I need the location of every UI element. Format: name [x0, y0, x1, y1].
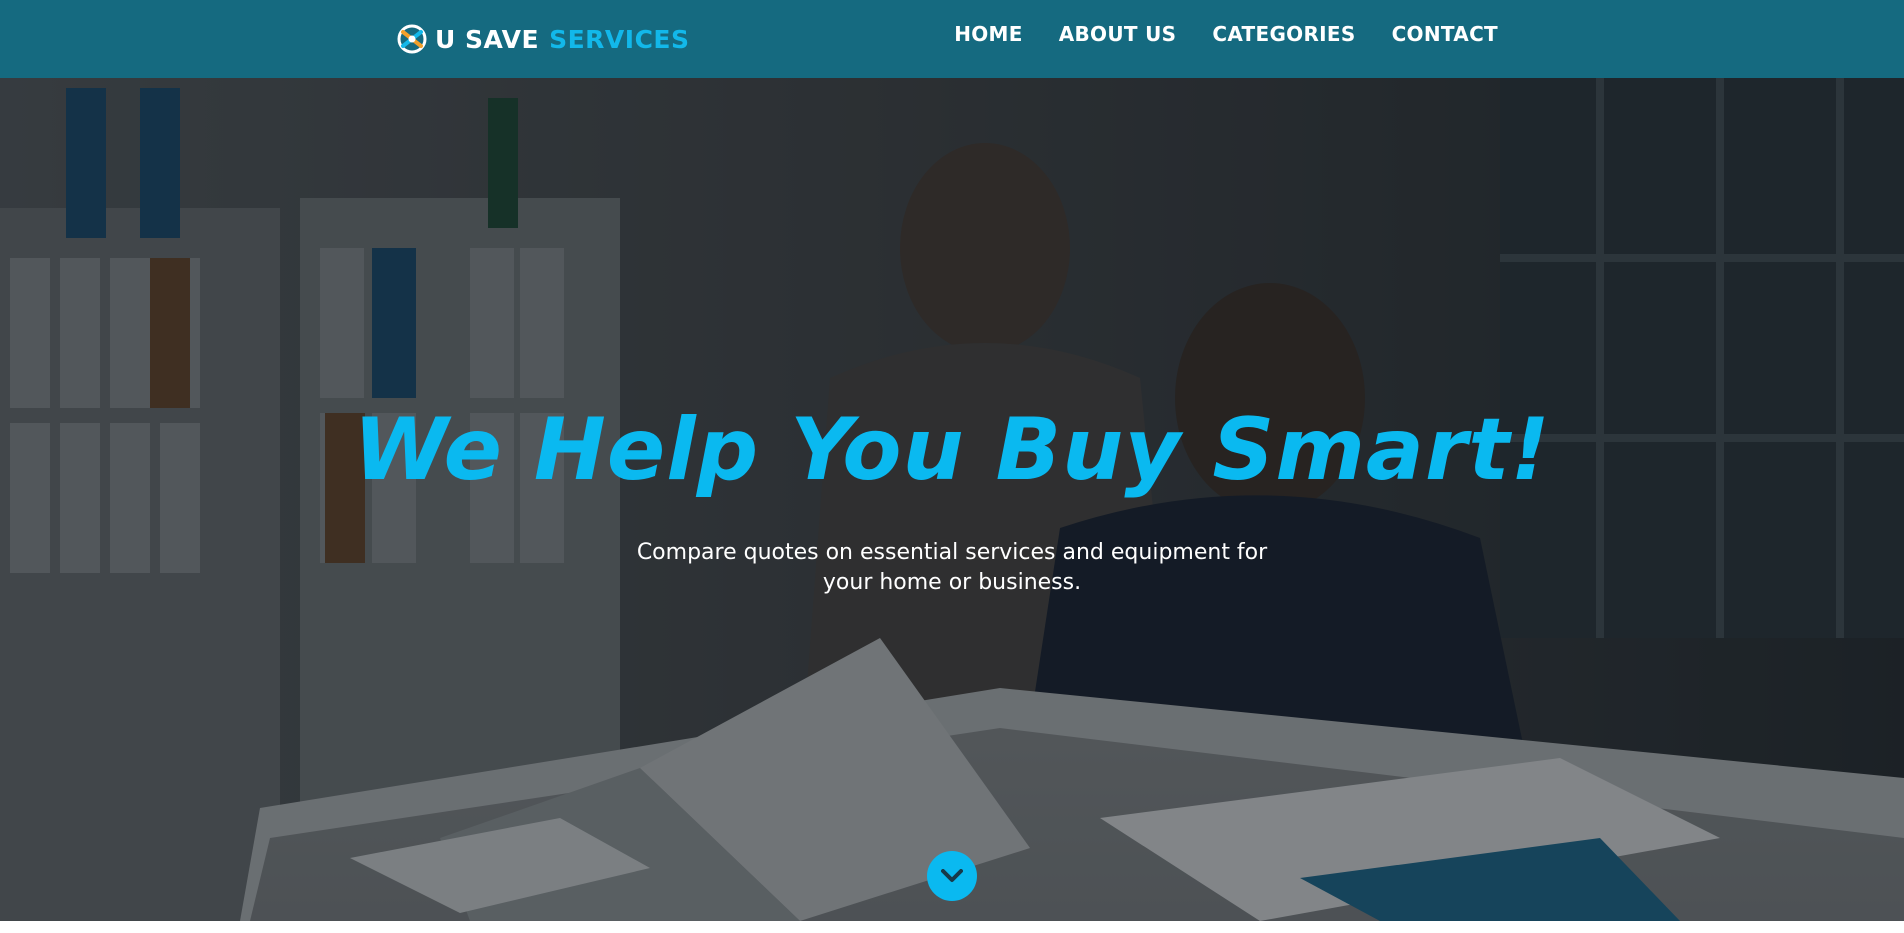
brand-word-secondary: SERVICES — [549, 24, 690, 54]
nav-contact-link[interactable]: CONTACT — [1392, 22, 1498, 46]
nav-home-link[interactable]: HOME — [954, 22, 1023, 46]
brand-word-primary: U SAVE — [435, 24, 540, 54]
main-nav: HOME ABOUT US CATEGORIES CONTACT — [954, 22, 1498, 46]
page-bottom-strip — [0, 921, 1904, 933]
hero-subtitle: Compare quotes on essential services and… — [636, 540, 1268, 595]
site-logo[interactable]: U SAVE SERVICES — [396, 21, 690, 57]
hero-title: We Help You Buy Smart! — [353, 400, 1551, 500]
scroll-down-button[interactable] — [927, 851, 977, 901]
chevron-down-icon — [941, 869, 963, 882]
nav-categories-link[interactable]: CATEGORIES — [1212, 22, 1355, 46]
brand-name: U SAVE SERVICES — [435, 25, 690, 54]
hero-section: We Help You Buy Smart! Compare quotes on… — [0, 78, 1904, 921]
navbar: U SAVE SERVICES HOME ABOUT US CATEGORIES … — [0, 0, 1904, 78]
logo-mark-icon — [397, 24, 427, 54]
nav-about-link[interactable]: ABOUT US — [1059, 22, 1177, 46]
